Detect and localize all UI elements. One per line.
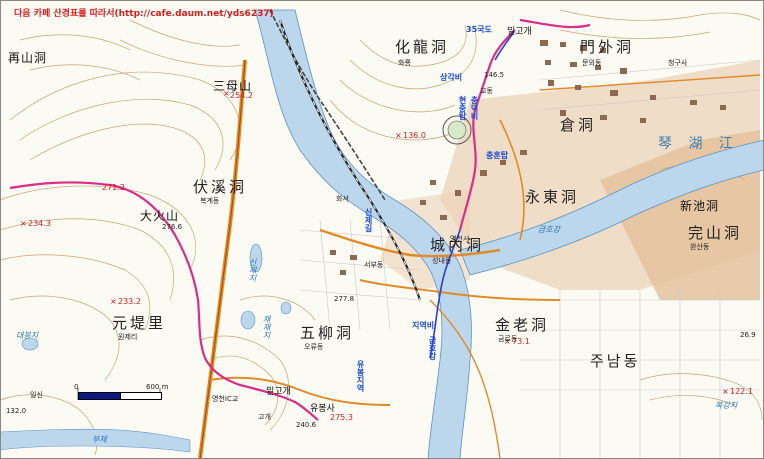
route-chungdeok-label: 충덕비 — [470, 96, 479, 120]
place-chang: 倉洞 — [560, 116, 597, 134]
place-oryu: 五柳洞 — [300, 324, 355, 342]
svg-text:×: × — [722, 387, 729, 396]
place-hwaryong: 化龍洞 — [395, 38, 450, 56]
place-wansan-h: 완산동 — [690, 243, 710, 251]
marker-milgogae-south: 밀고개 — [266, 387, 291, 397]
svg-text:×: × — [20, 219, 27, 228]
route-geumho-label: 금호강 — [428, 336, 437, 360]
pond-jaeyeong: 재재지 — [262, 315, 271, 339]
scale-label-end: 600 m — [146, 383, 169, 391]
route-chunghon-label: 충혼탑 — [486, 151, 509, 160]
place-oryu-h: 오류동 — [304, 343, 324, 351]
place-wonje: 元堤里 — [112, 314, 167, 332]
scale-bar-dark — [78, 392, 122, 400]
marker-jeonggoksa: 청구사 — [668, 59, 688, 67]
peak-daehwa-elev: 276.6 — [162, 223, 183, 231]
place-munoe: 門外洞 — [580, 38, 635, 56]
place-yeongdong: 永東洞 — [525, 188, 580, 206]
peak-122-elev: 122.1 — [730, 387, 753, 396]
peak-271-elev: 271.2 — [102, 183, 125, 192]
place-geumno: 金老洞 — [495, 316, 550, 334]
peak-2753-elev: 275.3 — [330, 413, 353, 422]
peak-136-elev: 136.0 — [403, 131, 426, 140]
place-ilsin: 일신 — [30, 391, 43, 399]
stream-bujae: 부제 — [92, 435, 107, 444]
svg-text:×: × — [395, 131, 402, 140]
peak-73-elev: 73.1 — [512, 337, 530, 346]
peak-2778-elev: 277.8 — [334, 295, 355, 303]
peak-samo-elev: 254.2 — [230, 91, 253, 100]
route-yuryeong-label: 유봉지역 — [356, 360, 365, 392]
marker-yubongsa: 유봉사 — [310, 404, 335, 414]
peak-146-elev: 146.5 — [484, 71, 505, 79]
map-credit: 다음 카페 산경표를 따라서(http://cafe.daum.net/yds6… — [14, 9, 274, 19]
route-35-label: 35국도 — [466, 25, 492, 34]
route-hyeonchung-label: 현충탑 — [458, 96, 467, 120]
place-bogye-h: 복계동 — [200, 197, 220, 205]
place-sinji: 新池洞 — [680, 199, 720, 213]
peak-233-elev: 233.2 — [118, 297, 141, 306]
peak-234-elev: 234.3 — [28, 219, 51, 228]
place-wonje-h: 원제리 — [118, 333, 138, 341]
marker-yeongcheonIC: 영천IC교 — [212, 395, 239, 403]
place-bogye: 伏溪洞 — [193, 178, 248, 196]
place-hwaryong-h: 화룡 — [398, 59, 411, 67]
marker-gyodong: 교동 — [480, 87, 493, 95]
marker-seobu: 서부동 — [364, 261, 384, 269]
scale-label-zero: 0 — [74, 383, 79, 391]
pond-sinje: 신제지 — [248, 258, 257, 282]
place-jaesan: 再山洞 — [8, 51, 48, 65]
pond-bokgang: 복강지 — [715, 401, 738, 410]
route-jiyeok-label: 지역비 — [412, 321, 435, 330]
place-junam: 주남동 — [590, 352, 641, 370]
river-geumho-small: 금호강 — [538, 225, 561, 234]
marker-gogae: 고개 — [258, 413, 271, 421]
peak-daehwa-name: 大火山 — [140, 209, 180, 223]
peak-269-elev: 26.9 — [740, 331, 756, 339]
marker-milgogae-north: 밀고개 — [507, 27, 532, 37]
peak-132-elev: 132.0 — [6, 407, 27, 415]
marker-hwaseo: 화서 — [336, 195, 349, 203]
marker-yeongcheonsi: 영천시 — [450, 235, 470, 243]
place-munoe-h: 문외동 — [582, 59, 602, 67]
peak-240-elev: 240.6 — [296, 421, 317, 429]
route-sinjaeg-label: 신제길 — [364, 208, 373, 232]
place-seongnae-h: 성내동 — [432, 257, 452, 265]
route-sangak-label: 상각비 — [440, 73, 463, 82]
topographic-map[interactable]: × × × × × × 다음 카페 산경표를 따라서(http://cafe.d… — [0, 0, 764, 459]
place-wansan: 完山洞 — [688, 224, 743, 242]
river-geumho-big: 琴 湖 江 — [658, 136, 739, 152]
scale-bar-light — [120, 392, 162, 400]
pond-daebong: 대봉지 — [16, 331, 39, 340]
map-canvas: × × × × × × — [0, 9, 764, 459]
svg-text:×: × — [110, 297, 117, 306]
